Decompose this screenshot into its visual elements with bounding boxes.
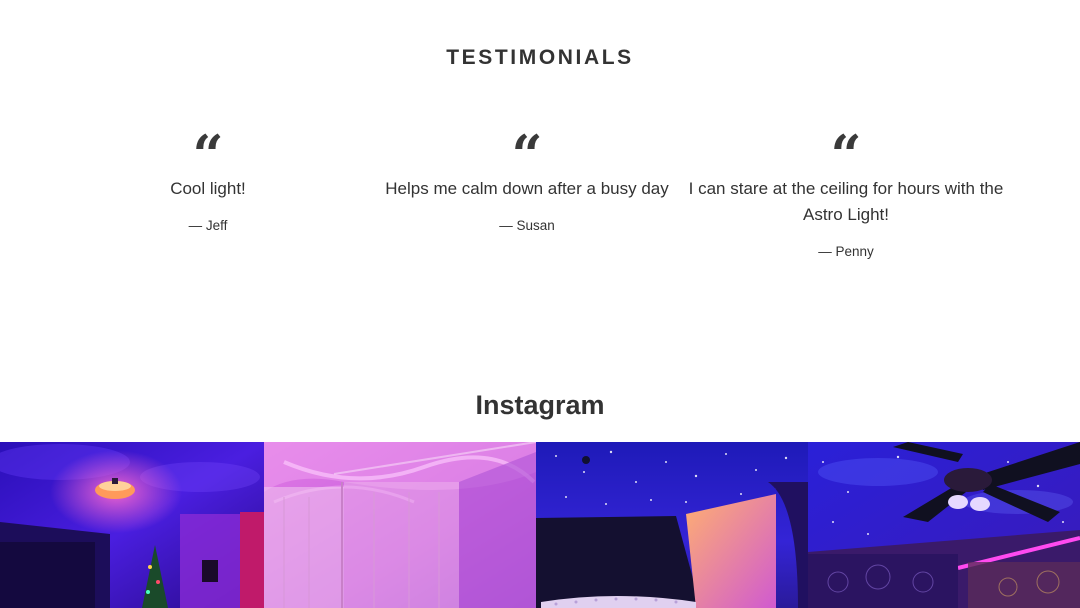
testimonial-text: I can stare at the ceiling for hours wit…	[688, 179, 1004, 224]
instagram-photo[interactable]	[0, 442, 264, 608]
quote-icon: “	[511, 128, 543, 170]
testimonial-author: — Susan	[499, 218, 555, 233]
testimonial-text: Cool light!	[170, 179, 246, 198]
instagram-photo[interactable]	[264, 442, 536, 608]
testimonials-heading: TESTIMONIALS	[446, 46, 634, 69]
testimonial-card: “ Helps me calm down after a busy day — …	[367, 128, 687, 233]
testimonial-text: Helps me calm down after a busy day	[385, 179, 669, 198]
testimonial-card: “ I can stare at the ceiling for hours w…	[686, 128, 1006, 259]
instagram-photo[interactable]	[808, 442, 1080, 608]
instagram-heading: Instagram	[475, 390, 605, 420]
quote-icon: “	[192, 128, 224, 170]
testimonial-author: — Penny	[818, 244, 874, 259]
testimonial-card: “ Cool light! — Jeff	[48, 128, 368, 233]
instagram-photo[interactable]	[536, 442, 808, 608]
instagram-gallery	[0, 442, 1080, 608]
testimonial-author: — Jeff	[188, 218, 228, 233]
quote-icon: “	[830, 128, 862, 170]
